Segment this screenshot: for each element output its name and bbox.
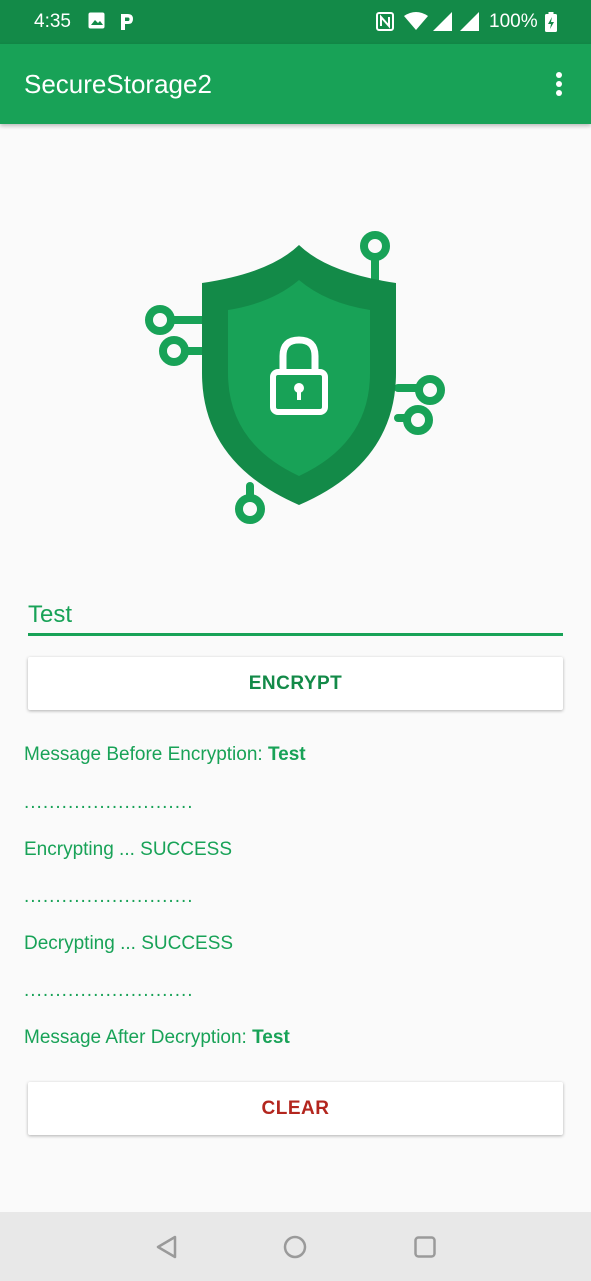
- signal-icon: [460, 12, 479, 36]
- log-before-label: Message Before Encryption:: [24, 744, 268, 765]
- system-nav-bar: [0, 1212, 591, 1281]
- status-time: 4:35: [34, 11, 71, 32]
- log-before-value: Test: [267, 744, 306, 765]
- clear-button[interactable]: CLEAR: [28, 1082, 563, 1135]
- log-separator: ...........................: [24, 792, 194, 813]
- log-encrypting-status: Encrypting ... SUCCESS: [24, 839, 233, 860]
- message-input[interactable]: [28, 596, 563, 636]
- battery-charging-icon: [545, 12, 557, 37]
- back-icon[interactable]: [155, 1235, 179, 1259]
- nfc-icon: [376, 12, 394, 36]
- more-vert-icon[interactable]: [546, 70, 572, 100]
- status-bar: 4:35 100%: [0, 0, 591, 44]
- encrypt-button[interactable]: ENCRYPT: [28, 657, 563, 710]
- recents-icon[interactable]: [414, 1236, 436, 1258]
- signal-icon: [433, 12, 452, 36]
- log-separator: ...........................: [24, 886, 194, 907]
- log-after-value: Test: [252, 1027, 290, 1048]
- log-separator: ...........................: [24, 980, 194, 1001]
- log-decrypting-status: Decrypting ... SUCCESS: [24, 933, 234, 954]
- log-before-encryption: Message Before Encryption: Test: [24, 744, 306, 766]
- home-icon[interactable]: [283, 1235, 307, 1259]
- log-after-label: Message After Decryption:: [24, 1027, 253, 1048]
- wifi-icon: [404, 12, 428, 36]
- battery-percent: 100%: [489, 11, 538, 32]
- log-after-decryption: Message After Decryption: Test: [24, 1027, 290, 1049]
- p-app-icon: [119, 12, 135, 36]
- shield-lock-circuit-icon: [140, 228, 450, 528]
- image-icon: [88, 12, 105, 34]
- app-title: SecureStorage2: [24, 69, 212, 99]
- app-bar: SecureStorage2: [0, 44, 591, 124]
